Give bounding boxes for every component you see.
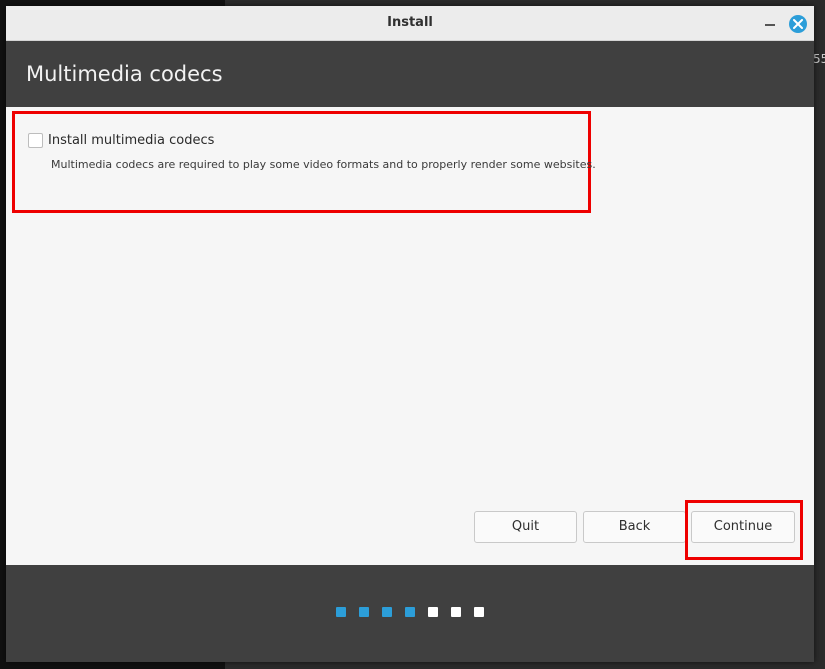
back-button[interactable]: Back xyxy=(583,511,686,543)
page-header: Multimedia codecs xyxy=(6,41,814,107)
highlight-continue-box xyxy=(685,500,803,560)
install-codecs-checkbox[interactable] xyxy=(28,132,43,148)
progress-step-completed xyxy=(382,607,392,617)
page-title: Multimedia codecs xyxy=(26,62,223,86)
codecs-option[interactable]: Install multimedia codecs xyxy=(28,131,214,149)
progress-step-pending xyxy=(428,607,438,617)
codecs-description: Multimedia codecs are required to play s… xyxy=(51,158,596,171)
install-codecs-label[interactable]: Install multimedia codecs xyxy=(48,133,214,148)
progress-indicator xyxy=(336,607,484,617)
desktop-partial-text: 55 xyxy=(813,52,825,66)
progress-step-completed xyxy=(359,607,369,617)
installer-window: Install Multimedia codecs Install multim… xyxy=(6,6,814,662)
close-icon[interactable] xyxy=(789,15,807,33)
main-content: Install multimedia codecs Multimedia cod… xyxy=(6,107,814,565)
installer-footer xyxy=(6,565,814,662)
minimize-icon[interactable] xyxy=(762,14,778,30)
title-bar[interactable]: Install xyxy=(6,6,814,41)
progress-step-completed xyxy=(405,607,415,617)
quit-button[interactable]: Quit xyxy=(474,511,577,543)
progress-step-pending xyxy=(474,607,484,617)
window-title: Install xyxy=(387,15,433,30)
progress-step-completed xyxy=(336,607,346,617)
progress-step-pending xyxy=(451,607,461,617)
